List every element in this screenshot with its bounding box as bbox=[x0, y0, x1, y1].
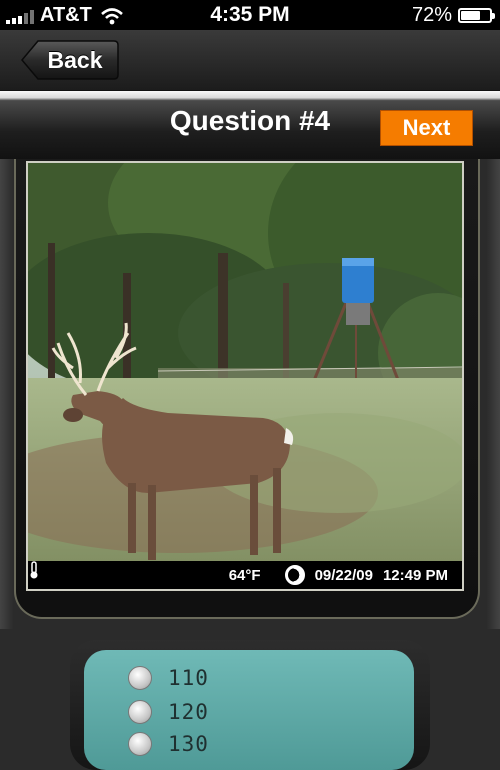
question-header: Question #4 Next bbox=[0, 91, 500, 159]
navigation-bar: Back bbox=[0, 30, 500, 91]
right-rail bbox=[486, 159, 500, 629]
radio-button[interactable] bbox=[128, 732, 152, 756]
photo-temperature: 64°F bbox=[228, 566, 261, 584]
back-button[interactable]: Back bbox=[20, 39, 120, 81]
radio-button[interactable] bbox=[128, 700, 152, 724]
next-button[interactable]: Next bbox=[380, 110, 473, 146]
photo-caption: 64°F 09/22/09 12:49 PM bbox=[28, 561, 462, 589]
answer-label: 130 bbox=[168, 732, 209, 756]
photo-date: 09/22/09 bbox=[314, 566, 373, 584]
moon-phase-icon bbox=[284, 565, 305, 585]
radio-button[interactable] bbox=[128, 666, 152, 690]
status-bar: AT&T 4:35 PM 72% bbox=[0, 0, 500, 30]
answer-label: 120 bbox=[168, 700, 209, 724]
question-title: Question #4 bbox=[169, 105, 331, 136]
answer-option[interactable]: 130 bbox=[128, 730, 209, 758]
battery-icon bbox=[458, 8, 495, 23]
photo-time: 12:49 PM bbox=[382, 566, 448, 584]
trail-camera-photo: 64°F 09/22/09 12:49 PM bbox=[26, 161, 464, 591]
back-label: Back bbox=[47, 47, 103, 73]
battery-status: 72% bbox=[411, 4, 495, 27]
answer-option[interactable]: 110 bbox=[128, 664, 209, 692]
left-rail bbox=[0, 159, 14, 629]
thermometer-icon bbox=[30, 561, 38, 579]
answer-label: 110 bbox=[168, 666, 209, 690]
battery-fill bbox=[461, 11, 480, 20]
battery-percent: 72% bbox=[411, 4, 452, 26]
answer-option[interactable]: 120 bbox=[128, 698, 209, 726]
deer-photo-image bbox=[28, 163, 462, 589]
